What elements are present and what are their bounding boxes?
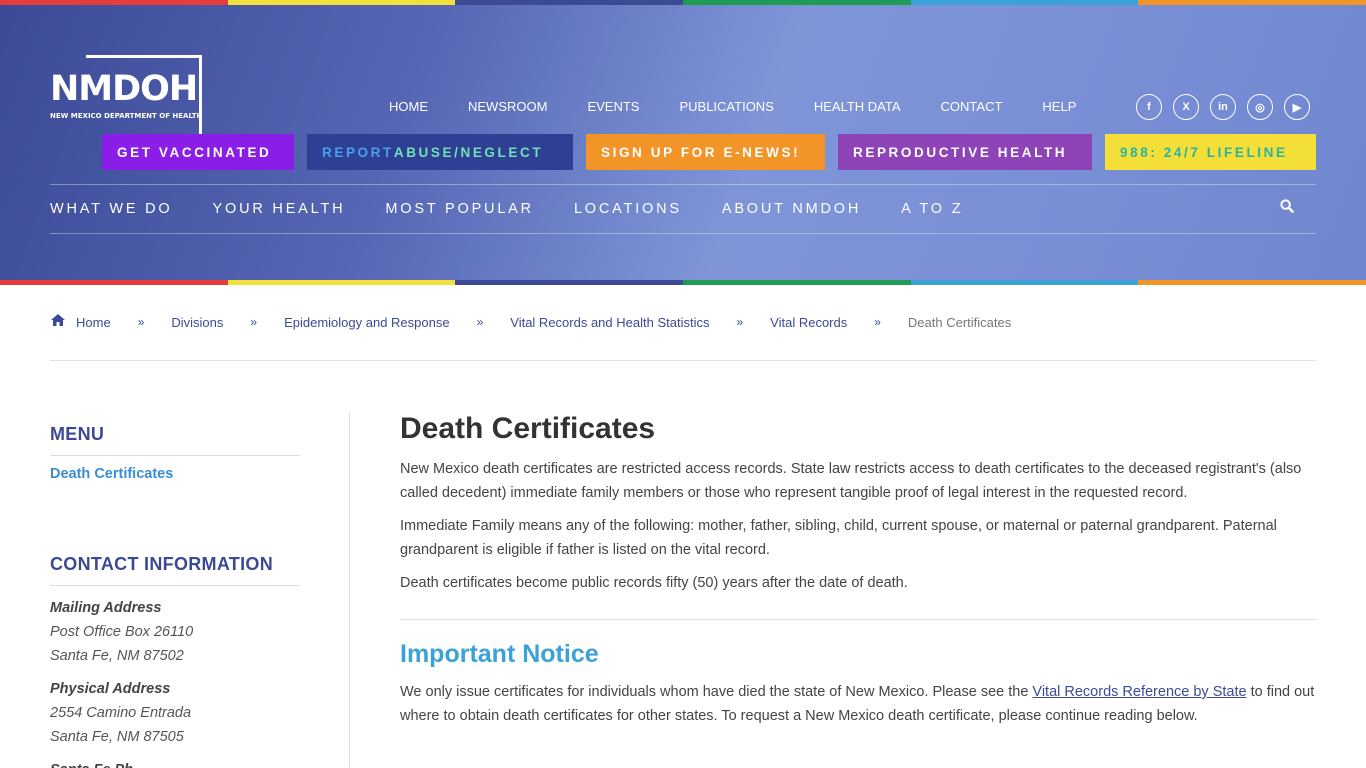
x-twitter-icon[interactable]: X xyxy=(1173,94,1199,120)
mainnav-a-to-z[interactable]: A TO Z xyxy=(901,201,963,217)
rainbow-segment xyxy=(910,280,1139,285)
breadcrumb-divider xyxy=(50,360,1316,361)
intro-paragraph: New Mexico death certificates are restri… xyxy=(400,461,1302,501)
mainnav-what-we-do[interactable]: WHAT WE DO xyxy=(50,201,173,217)
breadcrumb-epidemiology[interactable]: Epidemiology and Response xyxy=(284,315,450,330)
mailing-address-line1: Post Office Box 26110 xyxy=(50,624,194,640)
social-links: f X in ◎ ▶ xyxy=(1136,94,1310,120)
mainnav-about-nmdoh[interactable]: ABOUT NMDOH xyxy=(722,201,861,217)
topnav-help[interactable]: HELP xyxy=(1042,99,1076,114)
chevron-right-icon: » xyxy=(736,315,744,329)
notice-heading: Important Notice xyxy=(400,640,599,668)
public-records-paragraph: Death certificates become public records… xyxy=(400,575,908,591)
physical-address-line2: Santa Fe, NM 87505 xyxy=(50,729,184,745)
promo-buttons: GET VACCINATED REPORT ABUSE/NEGLECT SIGN… xyxy=(102,134,1316,170)
rainbow-segment xyxy=(0,280,228,285)
mailing-address: Mailing Address Post Office Box 26110 Sa… xyxy=(50,596,300,668)
sidebar: MENU Death Certificates CONTACT INFORMAT… xyxy=(50,412,350,768)
topnav-contact[interactable]: CONTACT xyxy=(941,99,1003,114)
search-icon[interactable] xyxy=(1280,199,1294,217)
rainbow-segment xyxy=(683,280,911,285)
topnav-publications[interactable]: PUBLICATIONS xyxy=(679,99,773,114)
sidebar-divider xyxy=(349,412,350,768)
notice-paragraph: We only issue certificates for individua… xyxy=(400,680,1316,728)
get-vaccinated-button[interactable]: GET VACCINATED xyxy=(102,134,294,170)
physical-address: Physical Address 2554 Camino Entrada San… xyxy=(50,677,300,749)
logo-wordmark: NMDOH xyxy=(50,69,198,109)
facebook-icon[interactable]: f xyxy=(1136,94,1162,120)
mailing-address-label: Mailing Address xyxy=(50,600,162,616)
phone-label: Santa Fe Ph... xyxy=(50,758,300,768)
physical-address-line1: 2554 Camino Entrada xyxy=(50,705,192,721)
contact-title: CONTACT INFORMATION xyxy=(50,542,300,586)
sidebar-item-death-certificates[interactable]: Death Certificates xyxy=(50,466,300,482)
mainnav-your-health[interactable]: YOUR HEALTH xyxy=(213,201,346,217)
mainnav-most-popular[interactable]: MOST POPULAR xyxy=(385,201,534,217)
chevron-right-icon: » xyxy=(476,315,484,329)
mainnav-locations[interactable]: LOCATIONS xyxy=(574,201,682,217)
main-content: Death Certificates New Mexico death cert… xyxy=(400,410,1316,728)
lifeline-button[interactable]: 988: 24/7 LIFELINE xyxy=(1105,134,1316,170)
breadcrumb: Home » Divisions » Epidemiology and Resp… xyxy=(50,313,1011,331)
report-abuse-label-a: REPORT xyxy=(322,144,394,160)
linkedin-icon[interactable]: in xyxy=(1210,94,1236,120)
enews-signup-button[interactable]: SIGN UP FOR E-NEWS! xyxy=(586,134,825,170)
rainbow-segment xyxy=(1138,280,1366,285)
rainbow-bar-bottom xyxy=(0,280,1366,285)
physical-address-label: Physical Address xyxy=(50,681,171,697)
mailing-address-line2: Santa Fe, NM 87502 xyxy=(50,648,184,664)
logo-subtitle: NEW MEXICO DEPARTMENT OF HEALTH xyxy=(50,112,203,120)
home-icon[interactable] xyxy=(50,313,66,331)
breadcrumb-home[interactable]: Home xyxy=(76,315,111,330)
main-nav: WHAT WE DO YOUR HEALTH MOST POPULAR LOCA… xyxy=(50,184,1316,234)
reproductive-health-button[interactable]: REPRODUCTIVE HEALTH xyxy=(838,134,1092,170)
phone-label-partial: Santa Fe Ph... xyxy=(50,758,300,768)
youtube-icon[interactable]: ▶ xyxy=(1284,94,1310,120)
report-abuse-label-b: ABUSE/NEGLECT xyxy=(393,144,544,160)
rainbow-segment xyxy=(455,280,684,285)
rainbow-segment xyxy=(227,280,456,285)
breadcrumb-vital-records[interactable]: Vital Records xyxy=(770,315,847,330)
topnav-health-data[interactable]: HEALTH DATA xyxy=(814,99,901,114)
breadcrumb-divisions[interactable]: Divisions xyxy=(171,315,223,330)
chevron-right-icon: » xyxy=(250,315,258,329)
notice-text-pre: We only issue certificates for individua… xyxy=(400,684,1033,700)
topnav-newsroom[interactable]: NEWSROOM xyxy=(468,99,547,114)
breadcrumb-vital-records-stats[interactable]: Vital Records and Health Statistics xyxy=(510,315,709,330)
instagram-icon[interactable]: ◎ xyxy=(1247,94,1273,120)
page-title: Death Certificates xyxy=(400,412,656,445)
breadcrumb-current: Death Certificates xyxy=(907,314,1012,330)
sidebar-menu-title: MENU xyxy=(50,412,300,456)
topnav-home[interactable]: HOME xyxy=(389,99,428,114)
site-header: NMDOH NEW MEXICO DEPARTMENT OF HEALTH HO… xyxy=(0,5,1366,280)
contact-information: CONTACT INFORMATION Mailing Address Post… xyxy=(50,542,300,768)
utility-nav: HOME NEWSROOM EVENTS PUBLICATIONS HEALTH… xyxy=(389,99,1076,114)
content-divider xyxy=(400,619,1316,620)
family-paragraph: Immediate Family means any of the follow… xyxy=(400,518,1277,558)
chevron-right-icon: » xyxy=(137,315,145,329)
report-abuse-button[interactable]: REPORT ABUSE/NEGLECT xyxy=(307,134,573,170)
chevron-right-icon: » xyxy=(874,315,881,329)
topnav-events[interactable]: EVENTS xyxy=(587,99,639,114)
vital-records-reference-link[interactable]: Vital Records Reference by State xyxy=(1032,684,1246,700)
